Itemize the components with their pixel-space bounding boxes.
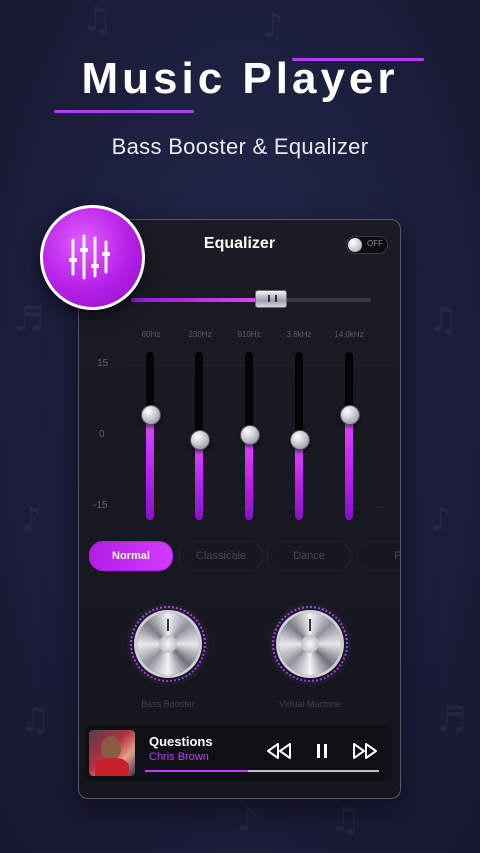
toggle-label: OFF <box>367 239 383 248</box>
balance-slider[interactable] <box>131 298 371 302</box>
eq-band-fill <box>146 414 154 520</box>
freq-label-910hz: 910Hz <box>237 330 261 339</box>
pause-icon[interactable] <box>308 739 336 763</box>
album-cover[interactable] <box>89 730 135 776</box>
eq-band-fill <box>195 439 203 520</box>
mini-player: Questions Chris Brown <box>85 725 392 781</box>
song-title: Questions <box>149 734 213 749</box>
preset-more[interactable]: Fl <box>357 541 400 571</box>
preset-normal[interactable]: Normal <box>89 541 173 571</box>
freq-label-60hz: 60Hz <box>141 330 161 339</box>
balance-slider-thumb[interactable] <box>255 290 287 308</box>
db-label-bottom: -15 <box>93 500 108 511</box>
toggle-knob <box>348 238 362 252</box>
freq-label-230hz: 230Hz <box>188 330 212 339</box>
eq-band-thumb[interactable] <box>340 405 360 425</box>
page-subtitle: Bass Booster & Equalizer <box>111 134 369 159</box>
knob-dial <box>279 613 341 675</box>
playback-progress-fill <box>145 770 248 772</box>
equalizer-app-icon <box>40 205 145 310</box>
eq-band-fill <box>345 414 353 520</box>
eq-band-thumb[interactable] <box>190 430 210 450</box>
knob-dial <box>137 613 199 675</box>
eq-band-fill <box>295 439 303 520</box>
title-bottom-underline <box>54 110 194 113</box>
db-label-top: 15 <box>97 358 109 369</box>
bass-booster-knob[interactable] <box>127 603 209 685</box>
freq-label-14khz: 14.0kHz <box>334 330 364 339</box>
balance-slider-fill <box>131 298 270 302</box>
virtual-machine-knob[interactable] <box>269 603 351 685</box>
equalizer-icon <box>69 234 110 280</box>
playback-progress[interactable] <box>145 770 379 772</box>
virtual-machine-label: Virtual Machine <box>279 699 341 709</box>
page-title: Music Player <box>81 54 399 103</box>
song-artist: Chris Brown <box>149 751 209 763</box>
fast-forward-icon[interactable] <box>351 739 379 763</box>
eq-band-slider[interactable] <box>146 352 154 520</box>
db-label-mid: 0 <box>99 429 105 440</box>
eq-band-thumb[interactable] <box>141 405 161 425</box>
eq-band-thumb[interactable] <box>290 430 310 450</box>
eq-band-slider[interactable] <box>345 352 353 520</box>
bass-booster-label: Bass Booster <box>141 699 195 709</box>
freq-label-3-6khz: 3.6kHz <box>286 330 312 339</box>
preset-classicale[interactable]: Classicale <box>179 541 263 571</box>
equalizer-toggle[interactable]: OFF <box>346 236 388 254</box>
eq-band-thumb[interactable] <box>240 425 260 445</box>
eq-band-fill <box>245 434 253 520</box>
preset-dance[interactable]: Dance <box>267 541 351 571</box>
rewind-icon[interactable] <box>265 739 293 763</box>
